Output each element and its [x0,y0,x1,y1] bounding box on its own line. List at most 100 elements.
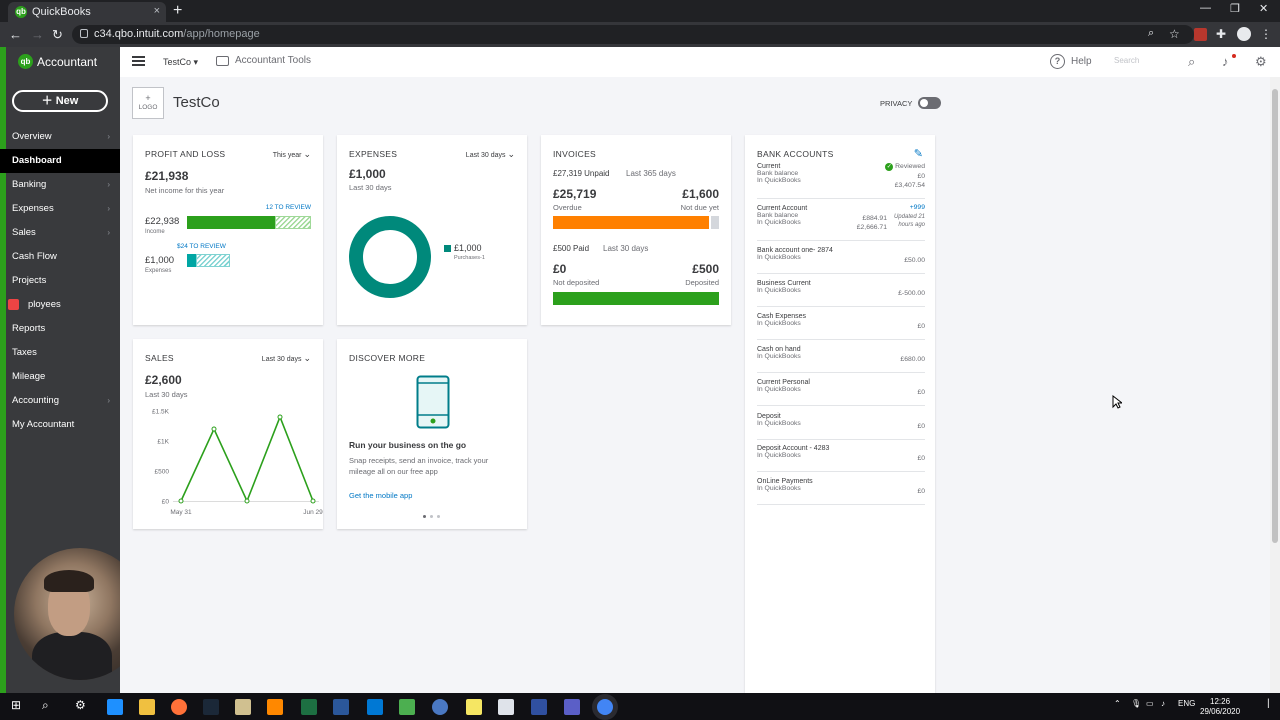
zoom-icon[interactable]: ⌕ [1148,27,1154,40]
forward-icon[interactable]: → [31,27,44,42]
discover-card[interactable]: DISCOVER MORE Run your business on the g… [337,339,527,529]
period-dropdown[interactable]: Last 30 days ⌄ [262,353,311,364]
browser-tab[interactable]: qb QuickBooks × [8,2,166,22]
get-mobile-app-link[interactable]: Get the mobile app [349,491,412,500]
hamburger-menu-icon[interactable] [132,56,145,66]
bank-account-row[interactable]: Bank account one- 2874 In QuickBooks £50.0… [757,247,925,274]
sidebar-item-cash-flow[interactable]: Cash Flow [0,245,120,269]
expenses-review-link[interactable]: $24 TO REVIEW [177,243,226,250]
sales-data-point[interactable] [277,414,283,420]
extensions-puzzle-icon[interactable]: ✚ [1216,27,1226,41]
edit-pencil-icon[interactable]: ✎ [914,147,923,160]
quickbooks-app-icon[interactable] [432,699,448,715]
teams-icon[interactable] [564,699,580,715]
sales-line-chart[interactable]: £0 £500 £1K £1.5K May 31 Jun 29 [133,403,323,521]
new-tab-button[interactable]: + [173,2,182,20]
bank-account-row[interactable]: Cash Expenses In QuickBooks £0 [757,313,925,340]
sidebar-item-employees[interactable]: ployees [0,293,120,317]
sidebar-item-my-accountant[interactable]: My Accountant [0,413,120,437]
video-player-icon[interactable] [235,699,251,715]
outlook-icon[interactable] [367,699,383,715]
deposited-bar[interactable] [553,292,719,305]
pending-count-badge[interactable]: +999 [910,204,925,211]
carousel-dot[interactable] [423,515,426,518]
scrollbar-thumb[interactable] [1272,89,1278,543]
sales-series-line[interactable] [180,414,314,504]
excel-icon[interactable] [301,699,317,715]
notepad-icon[interactable] [498,699,514,715]
sidebar-item-accounting[interactable]: Accounting › [0,389,120,413]
sidebar-item-mileage[interactable]: Mileage [0,365,120,389]
search-icon[interactable]: ⌕ [1188,54,1195,70]
address-bar[interactable]: c34.qbo.intuit.com/app/homepage [72,25,1194,44]
help-button[interactable]: ? Help [1050,54,1092,69]
gear-icon[interactable]: ⚙ [1255,54,1267,70]
bank-account-row[interactable]: Current Account +999 Bank balance £884.91 In… [757,204,925,241]
volume-icon[interactable]: ♪ [1161,699,1165,708]
bank-account-row[interactable]: Business Current In QuickBooks £-500.00 [757,280,925,307]
sidebar-item-sales[interactable]: Sales › [0,221,120,245]
windows-start-icon[interactable]: ⊞ [11,698,21,712]
sales-data-point[interactable] [211,426,217,432]
sales-data-point[interactable] [178,498,184,504]
expenses-donut-chart[interactable] [348,215,432,299]
sales-data-point[interactable] [244,498,250,504]
vlc-icon[interactable] [267,699,283,715]
chrome-menu-icon[interactable]: ⋮ [1260,27,1272,41]
taskbar-clock[interactable]: 12:26 29/06/2020 [1200,697,1240,717]
sidebar-item-taxes[interactable]: Taxes [0,341,120,365]
tray-chevron-up-icon[interactable]: ⌃ [1114,699,1121,708]
period-dropdown[interactable]: This year ⌄ [273,149,311,160]
bank-account-row[interactable]: Current Personal In QuickBooks £0 [757,379,925,406]
notifications-bell-icon[interactable]: ♪ [1222,54,1229,69]
bank-account-row[interactable]: Current ✓ Reviewed Bank balance £0 In QuickB… [757,163,925,199]
new-button[interactable]: ＋ New [12,90,108,112]
overdue-bar[interactable] [553,216,709,229]
microphone-icon[interactable]: 🎙 [1131,699,1141,708]
privacy-toggle[interactable] [918,97,942,109]
bank-account-row[interactable]: Deposit In QuickBooks £0 [757,413,925,440]
tab-close-icon[interactable]: × [154,5,160,17]
steam-icon[interactable] [203,699,219,715]
chrome-icon[interactable] [597,699,613,715]
expenses-bar[interactable] [187,254,196,267]
carousel-dot[interactable] [430,515,433,518]
window-close-icon[interactable]: ✕ [1259,2,1268,15]
sidebar-item-overview[interactable]: Overview › [0,125,120,149]
brand-logo[interactable]: qb Accountant [18,54,97,69]
taskbar-search-icon[interactable]: ⌕ [42,698,49,713]
minimize-icon[interactable]: — [1200,2,1211,14]
sidebar-item-banking[interactable]: Banking › [0,173,120,197]
income-review-link[interactable]: 12 TO REVIEW [266,204,311,211]
expenses-review-bar[interactable] [196,254,230,267]
network-app-icon[interactable] [531,699,547,715]
page-scrollbar[interactable] [1270,77,1280,693]
donut-slice-purchases[interactable] [349,216,431,298]
reload-icon[interactable]: ↻ [52,27,63,43]
invoices-card[interactable]: INVOICES £27,319 Unpaid Last 365 days £2… [541,135,731,325]
carousel-dot[interactable] [437,515,440,518]
bank-account-row[interactable]: Deposit Account - 4283 In QuickBooks £0 [757,445,925,472]
network-icon[interactable]: ▭ [1146,699,1154,708]
sales-data-point[interactable] [310,498,316,504]
bank-account-row[interactable]: Cash on hand In QuickBooks £680.00 [757,346,925,373]
restore-icon[interactable]: ❐ [1230,2,1240,15]
notification-center-icon[interactable]: ▏ [1268,699,1274,708]
not-due-bar[interactable] [711,216,719,229]
expenses-card[interactable]: EXPENSES Last 30 days ⌄ £1,000 Last 30 d… [337,135,527,325]
sidebar-item-expenses[interactable]: Expenses › [0,197,120,221]
calculator-app-icon[interactable] [107,699,123,715]
add-logo-button[interactable]: + LOGO [132,87,164,119]
bank-account-row[interactable]: OnLine Payments In QuickBooks £0 [757,478,925,505]
file-explorer-icon[interactable] [139,699,155,715]
sidebar-item-dashboard[interactable]: Dashboard [0,149,120,173]
company-selector[interactable]: TestCo ▾ [163,57,198,68]
sticky-notes-icon[interactable] [466,699,482,715]
income-review-bar[interactable] [275,216,311,229]
income-bar[interactable] [187,216,275,229]
back-icon[interactable]: ← [9,27,22,42]
sidebar-item-projects[interactable]: Projects [0,269,120,293]
sheets-icon[interactable] [399,699,415,715]
extension-badge-icon[interactable] [1194,28,1207,41]
sidebar-item-reports[interactable]: Reports [0,317,120,341]
